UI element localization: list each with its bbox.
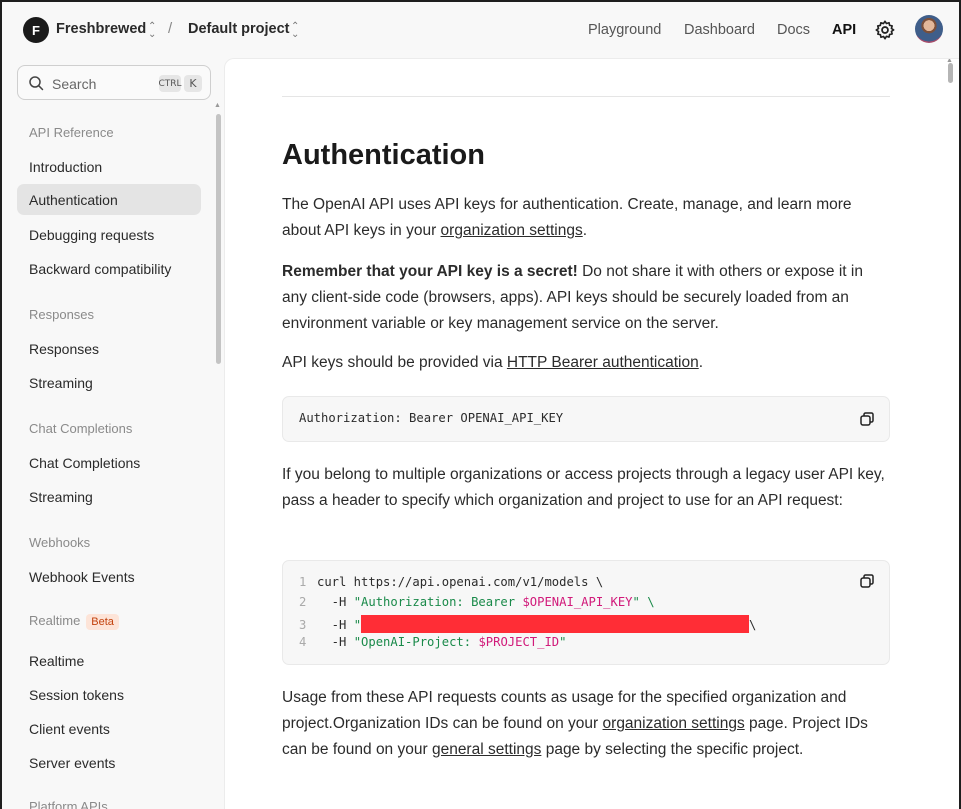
secret-warning-paragraph: Remember that your API key is a secret! … [282,259,890,337]
breadcrumb-separator: / [168,20,173,37]
sidebar-item-webhook-events[interactable]: Webhook Events [17,561,201,592]
project-chevron-updown-icon[interactable]: ⌃ ⌄ [291,22,299,40]
http-bearer-auth-link[interactable]: HTTP Bearer authentication [507,354,699,371]
sidebar-item-chat-streaming[interactable]: Streaming [17,481,201,512]
line-number: 2 [299,595,307,609]
nav-playground[interactable]: Playground [588,22,661,38]
redaction-bar [361,615,750,633]
org-switcher[interactable]: Freshbrewed [56,21,146,37]
divider [282,96,890,97]
sidebar-section-webhooks: Webhooks [29,535,91,550]
search-icon [29,76,44,91]
project-switcher[interactable]: Default project [188,21,290,37]
sidebar-section-realtime-label: Realtime [29,613,81,628]
search-input[interactable]: Search CTRL K [17,65,211,100]
bearer-text-end: . [698,354,704,371]
sidebar-section-platform-apis: Platform APIs [29,799,108,809]
usage-paragraph: Usage from these API requests counts as … [282,685,890,763]
sidebar-item-chat-completions[interactable]: Chat Completions [17,447,201,478]
copy-icon[interactable] [859,573,875,589]
code-variable: $OPENAI_API_KEY [522,595,633,609]
general-settings-link[interactable]: general settings [432,741,541,758]
nav-dashboard[interactable]: Dashboard [684,22,755,38]
content-scrollbar[interactable] [948,63,953,83]
sidebar-item-responses[interactable]: Responses [17,333,201,364]
curl-code-block: 1 curl https://api.openai.com/v1/models \… [282,560,890,665]
code-line-3: 3 -H " \ [299,615,756,633]
sidebar-item-server-events[interactable]: Server events [17,747,201,778]
code-line-4: 4 -H "OpenAI-Project: $PROJECT_ID" [299,635,567,649]
sidebar-section-chat-completions: Chat Completions [29,421,133,436]
usage-text-end: page by selecting the specific project. [541,741,804,758]
code-text: -H [317,635,354,649]
code-string: "OpenAI-Project: [353,635,479,649]
line-number: 1 [299,575,307,589]
multi-org-paragraph: If you belong to multiple organizations … [282,466,885,509]
code-line-1: 1 curl https://api.openai.com/v1/models \ [299,575,603,589]
sidebar-item-realtime[interactable]: Realtime [17,645,201,676]
nav-api[interactable]: API [832,22,856,38]
code-text: \ [749,618,757,632]
shortcut-ctrl-key: CTRL [158,75,182,92]
user-avatar[interactable] [915,15,943,43]
search-placeholder: Search [52,76,97,92]
auth-header-code-block: Authorization: Bearer OPENAI_API_KEY [282,396,890,442]
beta-badge: Beta [86,614,119,630]
code-line-2: 2 -H "Authorization: Bearer $OPENAI_API_… [299,595,655,609]
sidebar-section-realtime: Realtime Beta [29,613,119,630]
line-number: 3 [299,618,307,632]
shortcut-k-key: K [184,75,202,92]
bearer-paragraph: API keys should be provided via HTTP Bea… [282,350,890,376]
code-string: "Authorization: Bearer [353,595,523,609]
org-chevron-updown-icon[interactable]: ⌃ ⌄ [148,22,156,40]
sidebar-scroll-up-arrow-icon[interactable]: ▲ [214,102,221,109]
sidebar-section-responses: Responses [29,307,95,322]
org-avatar[interactable]: F [23,17,49,43]
sidebar-item-backward-compatibility[interactable]: Backward compatibility [17,253,201,284]
code-line: Authorization: Bearer OPENAI_API_KEY [299,411,564,425]
sidebar-item-debugging-requests[interactable]: Debugging requests [17,219,201,250]
code-string: " \ [632,595,655,609]
organization-settings-link-2[interactable]: organization settings [603,715,745,732]
sidebar-item-introduction[interactable]: Introduction [17,151,201,182]
organization-settings-link[interactable]: organization settings [441,222,583,239]
intro-text-end: . [582,222,588,239]
nav-docs[interactable]: Docs [777,22,810,38]
sidebar-item-authentication[interactable]: Authentication [17,184,201,215]
code-text: curl https://api.openai.com/v1/models \ [317,575,604,589]
code-string: " [559,635,567,649]
copy-icon[interactable] [859,411,875,427]
bearer-text: API keys should be provided via [282,354,507,371]
sidebar-item-responses-streaming[interactable]: Streaming [17,367,201,398]
code-string: " [353,618,362,632]
sidebar-section-api-reference: API Reference [29,125,114,140]
code-variable: $PROJECT_ID [478,635,560,649]
sidebar: Search CTRL K API Reference Introduction… [2,58,224,809]
sidebar-item-client-events[interactable]: Client events [17,713,201,744]
intro-paragraph: The OpenAI API uses API keys for authent… [282,192,890,244]
top-bar: F Freshbrewed ⌃ ⌄ / Default project ⌃ ⌄ Pl… [2,2,959,58]
line-number: 4 [299,635,307,649]
sidebar-item-session-tokens[interactable]: Session tokens [17,679,201,710]
code-text: -H [317,595,354,609]
code-text: -H [317,618,354,632]
main-content: ▲ Authentication The OpenAI API uses API… [224,58,959,809]
sidebar-scrollbar[interactable] [216,114,221,364]
settings-gear-icon[interactable] [874,19,896,41]
secret-warning-bold: Remember that your API key is a secret! [282,263,578,280]
page-title: Authentication [282,139,485,171]
